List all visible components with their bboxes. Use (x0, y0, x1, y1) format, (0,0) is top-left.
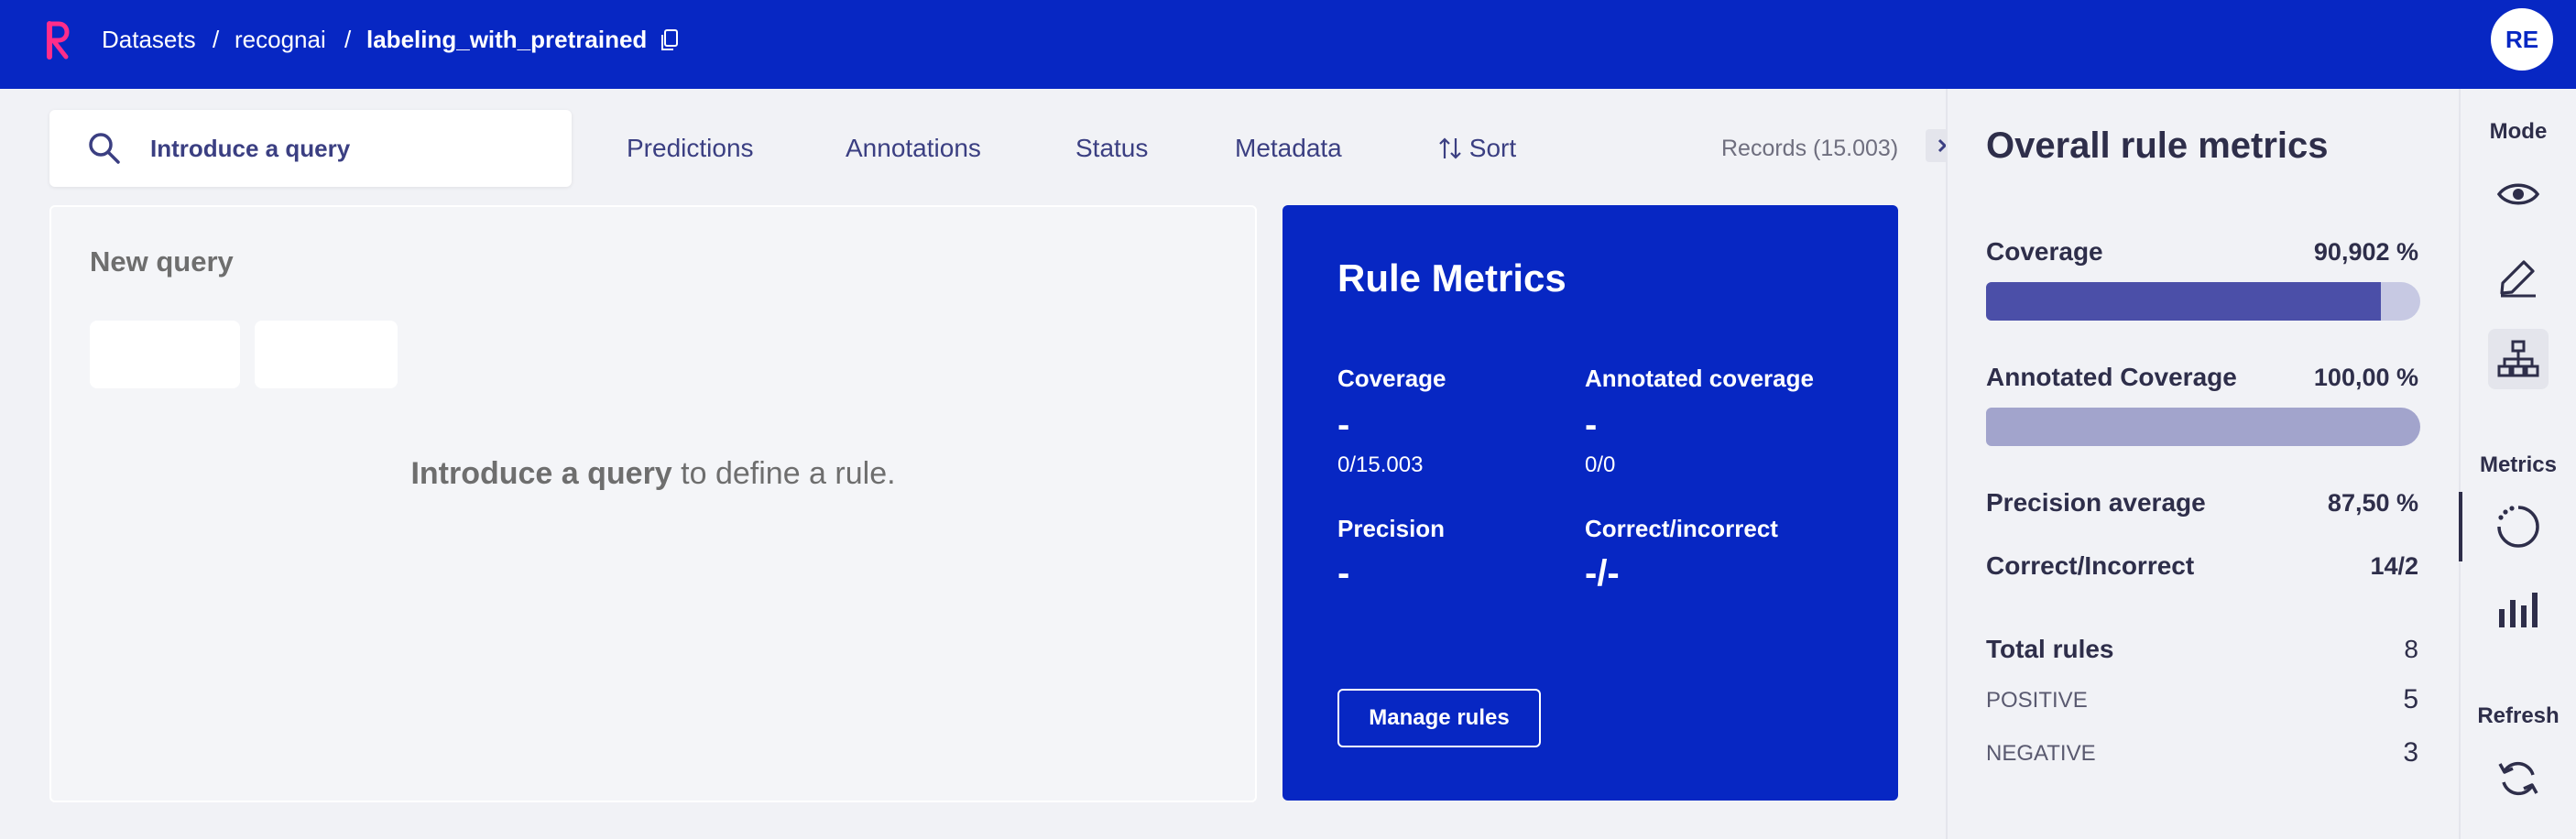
avatar-initials: RE (2505, 25, 2539, 53)
filter-status[interactable]: Status (1075, 130, 1148, 167)
coverage-progress-fill (1986, 282, 2381, 321)
pencil-icon (2500, 260, 2536, 298)
precision-average-value: 87,50 % (2327, 489, 2418, 517)
overall-correct-incorrect-value: 14/2 (2370, 552, 2418, 580)
records-count: Records (15.003) (1721, 136, 1899, 161)
overall-annotated-coverage-label: Annotated Coverage (1986, 363, 2237, 391)
mode-sidebar: Mode Metrics Refresh (2459, 89, 2576, 839)
refresh-icon (2498, 761, 2538, 796)
coverage-progress-bar (1986, 282, 2420, 321)
precision-value: - (1337, 553, 1350, 594)
annotated-coverage-value: - (1585, 405, 1598, 445)
query-hint-emphasis: Introduce a query (410, 456, 672, 491)
coverage-count: 0/15.003 (1337, 452, 1424, 477)
active-section-indicator (2459, 492, 2462, 561)
query-card: New query Introduce a query to define a … (49, 205, 1257, 802)
search-box[interactable] (49, 110, 572, 187)
annotated-coverage-progress-fill (1986, 408, 2420, 446)
copy-icon[interactable] (660, 28, 680, 52)
correct-incorrect-label: Correct/incorrect (1585, 515, 1778, 542)
breadcrumb-separator: / (213, 26, 220, 53)
manage-rules-button[interactable]: Manage rules (1337, 689, 1541, 747)
precision-label: Precision (1337, 515, 1446, 542)
metrics-label: Metrics (2479, 452, 2558, 477)
correct-incorrect-value: -/- (1585, 553, 1620, 594)
precision-average-label: Precision average (1986, 488, 2206, 517)
query-hint: Introduce a query to define a rule. (51, 452, 1255, 495)
coverage-label: Coverage (1337, 365, 1446, 392)
breadcrumb-separator: / (344, 26, 352, 53)
total-rules-value: 8 (2404, 635, 2418, 663)
user-avatar[interactable]: RE (2491, 8, 2553, 71)
progress-metrics-button[interactable] (2488, 496, 2549, 557)
rule-metrics-card: Rule Metrics Coverage - 0/15.003 Annotat… (1283, 205, 1898, 801)
positive-label: POSITIVE (1986, 688, 2088, 713)
refresh-button[interactable] (2488, 748, 2549, 809)
total-rules-label: Total rules (1986, 635, 2114, 663)
breadcrumb-datasets[interactable]: Datasets (102, 24, 196, 55)
refresh-label: Refresh (2477, 703, 2560, 728)
annotated-coverage-progress-bar (1986, 408, 2420, 446)
bar-chart-icon (2499, 593, 2538, 627)
overall-annotated-coverage-value: 100,00 % (2313, 364, 2418, 391)
query-chip-placeholder (255, 321, 398, 388)
positive-value: 5 (2403, 684, 2418, 714)
filter-metadata[interactable]: Metadata (1235, 130, 1342, 167)
negative-label: NEGATIVE (1986, 741, 2096, 766)
overall-coverage-value: 90,902 % (2313, 238, 2418, 266)
coverage-value: - (1337, 405, 1350, 445)
sort-icon (1439, 137, 1461, 159)
query-hint-text: to define a rule. (671, 456, 896, 491)
stats-metrics-button[interactable] (2488, 579, 2549, 639)
overall-coverage-label: Coverage (1986, 237, 2103, 266)
hierarchy-icon (2497, 340, 2539, 377)
search-input[interactable] (150, 130, 544, 167)
query-title: New query (90, 245, 234, 278)
sort-button[interactable]: Sort (1438, 130, 1516, 167)
overall-metrics-title: Overall rule metrics (1986, 125, 2329, 166)
negative-value: 3 (2403, 737, 2418, 768)
rule-metrics-title: Rule Metrics (1337, 256, 1566, 300)
annotated-coverage-label: Annotated coverage (1585, 365, 1814, 392)
argilla-logo[interactable] (46, 20, 75, 60)
sort-label: Sort (1468, 134, 1517, 162)
mode-label: Mode (2489, 119, 2548, 144)
query-chip-placeholder (90, 321, 240, 388)
filter-predictions[interactable]: Predictions (627, 130, 754, 167)
overall-correct-incorrect-label: Correct/Incorrect (1986, 551, 2195, 580)
annotate-mode-button[interactable] (2488, 246, 2549, 307)
search-icon (89, 133, 120, 164)
breadcrumb-workspace[interactable]: recognai (235, 24, 326, 55)
explore-mode-button[interactable] (2488, 164, 2549, 224)
filter-annotations[interactable]: Annotations (846, 130, 981, 167)
define-rules-mode-button[interactable] (2488, 329, 2549, 389)
top-bar: Datasets / recognai / labeling_with_pret… (0, 0, 2576, 89)
progress-circle-icon (2497, 506, 2539, 548)
annotated-coverage-count: 0/0 (1585, 452, 1616, 477)
eye-icon (2496, 183, 2540, 205)
breadcrumb-dataset-name: labeling_with_pretrained (366, 26, 648, 53)
overall-metrics-panel: Overall rule metrics Coverage 90,902 % A… (1946, 89, 2459, 839)
